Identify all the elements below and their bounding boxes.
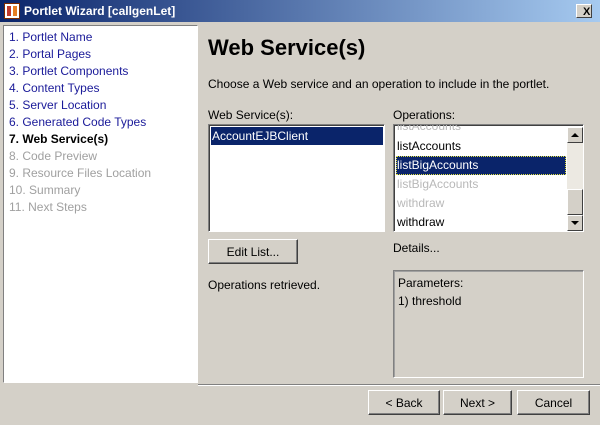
step-portlet-components[interactable]: 3. Portlet Components (9, 63, 197, 80)
web-services-label: Web Service(s): (208, 108, 294, 122)
details-panel: Parameters: 1) threshold (393, 270, 584, 378)
page-description: Choose a Web service and an operation to… (208, 77, 550, 91)
scroll-down-button[interactable] (567, 215, 583, 231)
web-service-item-selected[interactable]: AccountEJBClient (211, 127, 383, 145)
web-services-list[interactable]: AccountEJBClient (208, 124, 385, 232)
step-content-types[interactable]: 4. Content Types (9, 80, 197, 97)
operation-item-selected[interactable]: listBigAccounts (396, 156, 566, 175)
next-button[interactable]: Next > (443, 390, 512, 415)
step-resource-files-location: 9. Resource Files Location (9, 166, 152, 180)
back-button[interactable]: < Back (368, 390, 440, 415)
step-next-steps: 11. Next Steps (9, 200, 87, 214)
window-title: Portlet Wizard [callgenLet] (24, 4, 176, 18)
step-summary: 10. Summary (9, 183, 81, 197)
arrow-up-icon (571, 133, 579, 137)
operations-label: Operations: (393, 108, 456, 122)
operations-scrollbar[interactable] (567, 127, 583, 231)
operation-item[interactable]: withdraw (396, 213, 566, 231)
step-portal-pages[interactable]: 2. Portal Pages (9, 46, 197, 63)
page-title: Web Service(s) (208, 35, 366, 60)
details-link[interactable]: Details... (393, 241, 440, 255)
operation-item[interactable]: listAccounts (396, 137, 566, 156)
app-icon (4, 3, 20, 19)
title-bar[interactable]: Portlet Wizard [callgenLet] X (0, 0, 600, 22)
operation-item[interactable]: listAccounts (396, 125, 566, 136)
operation-item[interactable]: withdraw (396, 194, 566, 213)
scroll-thumb[interactable] (567, 189, 583, 215)
parameter-item: 1) threshold (398, 294, 462, 308)
scroll-up-button[interactable] (567, 127, 583, 143)
button-separator (198, 384, 600, 386)
step-web-services: 7. Web Service(s) (9, 132, 109, 146)
step-code-preview: 8. Code Preview (9, 149, 98, 163)
cancel-button[interactable]: Cancel (517, 390, 590, 415)
close-button[interactable]: X (576, 4, 592, 18)
operations-list[interactable]: listAccounts listAccounts listBigAccount… (393, 124, 584, 232)
parameters-heading: Parameters: (398, 276, 464, 290)
step-generated-code-types[interactable]: 6. Generated Code Types (9, 114, 197, 131)
step-portlet-name[interactable]: 1. Portlet Name (9, 29, 197, 46)
wizard-steps-panel: 1. Portlet Name 2. Portal Pages 3. Portl… (3, 25, 198, 383)
step-server-location[interactable]: 5. Server Location (9, 97, 197, 114)
arrow-down-icon (571, 221, 579, 225)
wizard-steps-list: 1. Portlet Name 2. Portal Pages 3. Portl… (4, 26, 197, 216)
operation-item[interactable]: listBigAccounts (396, 175, 566, 194)
edit-list-button[interactable]: Edit List... (208, 239, 298, 264)
status-text: Operations retrieved. (208, 278, 321, 292)
